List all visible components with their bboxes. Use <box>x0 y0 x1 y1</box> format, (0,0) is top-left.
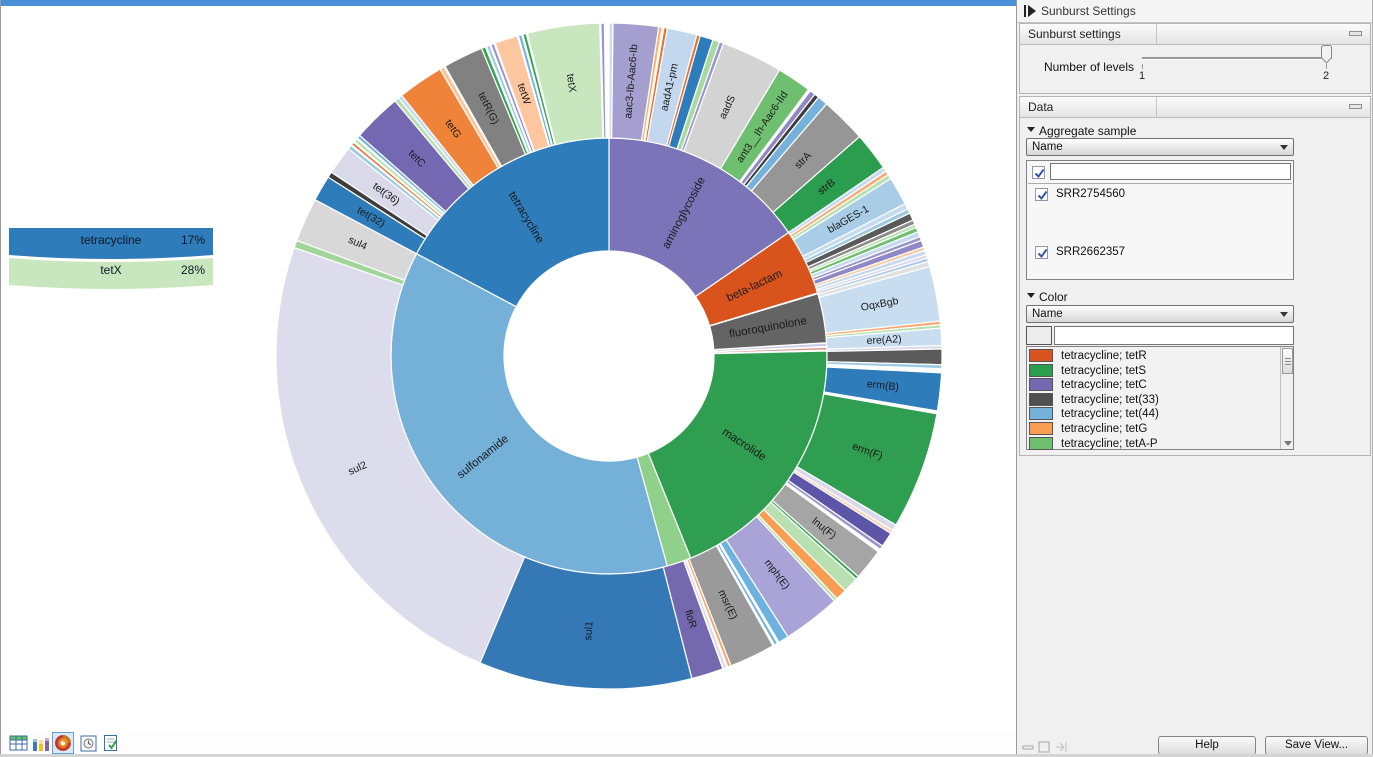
color-swatch <box>1029 407 1053 420</box>
data-section-title: Data <box>1028 100 1053 114</box>
panel-title: Sunburst Settings <box>1041 4 1136 18</box>
scrollbar-down-arrow[interactable] <box>1284 441 1292 446</box>
sample-listbox: SRR2754560 SRR2662357 <box>1026 160 1294 280</box>
tooltip-value: 28% <box>181 263 205 277</box>
color-all-swatch[interactable] <box>1026 326 1052 345</box>
application-window: { "window": { "top_accent_color": "#4a90… <box>0 0 1373 757</box>
collapse-section-button[interactable] <box>1349 31 1362 36</box>
scrollbar[interactable] <box>1280 347 1293 449</box>
aggregate-sample-label: Aggregate sample <box>1039 124 1136 138</box>
active-view-accent-bar <box>1 0 1017 6</box>
data-group: Data Aggregate sample Name SRR2754560 SR… <box>1019 96 1371 456</box>
color-entry-label: tetracycline; tet(33) <box>1061 394 1159 406</box>
chart-view-area: aminoglycosidebeta-lactamfluoroquinolone… <box>0 0 1016 757</box>
settings-section-title: Sunburst settings <box>1028 27 1121 41</box>
tooltip-value: 17% <box>181 233 205 247</box>
sunburst-view-icon[interactable] <box>52 732 74 754</box>
color-filter-input[interactable] <box>1054 326 1294 345</box>
panel-title-bar: Sunburst Settings <box>1017 0 1372 23</box>
sample-checkbox[interactable] <box>1035 188 1048 201</box>
tooltip-label: tetracycline <box>81 233 142 247</box>
color-label: Color <box>1039 290 1068 304</box>
scrollbar-thumb[interactable] <box>1282 348 1293 374</box>
select-all-checkbox[interactable] <box>1032 166 1045 179</box>
color-entry-label: tetracycline; tetC <box>1061 379 1147 391</box>
color-entry-label: tetracycline; tetA-P <box>1061 438 1158 450</box>
color-swatch <box>1029 378 1053 391</box>
view-switch-toolbar <box>1 731 1016 755</box>
minimize-panel-icon <box>1023 746 1033 749</box>
levels-slider[interactable] <box>1142 57 1332 60</box>
checklist-view-icon[interactable] <box>100 732 122 754</box>
history-view-icon[interactable] <box>77 732 99 754</box>
table-view-icon[interactable] <box>7 732 29 754</box>
collapse-section-button[interactable] <box>1349 104 1362 109</box>
color-list: tetracycline; tetR tetracycline; tetS te… <box>1026 346 1294 450</box>
tooltip-label: tetX <box>100 263 121 277</box>
aggregate-collapse-icon[interactable] <box>1027 127 1035 132</box>
chevron-down-icon <box>1280 312 1288 317</box>
sample-filter-input[interactable] <box>1050 163 1291 180</box>
data-section-header[interactable]: Data <box>1020 97 1370 118</box>
color-dropdown[interactable]: Name <box>1026 305 1294 323</box>
tooltip: tetracycline 17% tetX 28% <box>7 222 219 296</box>
sunburst-settings-group: Sunburst settings Number of levels 1 2 <box>1019 23 1371 94</box>
maximize-panel-icon <box>1039 742 1049 752</box>
panel-footer-icons <box>1022 741 1074 753</box>
settings-section-header[interactable]: Sunburst settings <box>1020 24 1370 45</box>
color-entry-label: tetracycline; tetS <box>1061 365 1146 377</box>
color-entry-label: tetracycline; tet(44) <box>1061 408 1159 420</box>
levels-slider-handle[interactable] <box>1320 45 1333 65</box>
color-dropdown-value: Name <box>1032 308 1063 320</box>
slider-min-label: 1 <box>1139 70 1145 82</box>
sunburst-chart[interactable]: aminoglycosidebeta-lactamfluoroquinolone… <box>274 21 944 691</box>
color-collapse-icon[interactable] <box>1027 293 1035 298</box>
sunburst-segment-label: ere(A2) <box>866 333 902 347</box>
levels-slider-label: Number of levels <box>1034 60 1134 74</box>
slider-max-label: 2 <box>1323 70 1329 82</box>
save-view-button[interactable]: Save View... <box>1265 736 1368 755</box>
sunburst-segment-label: sul1 <box>582 621 595 641</box>
sunburst-settings-panel: Sunburst Settings Sunburst settings Numb… <box>1016 0 1373 757</box>
sunburst-segment-label: tetX <box>564 73 578 93</box>
color-swatch <box>1029 364 1053 377</box>
color-swatch <box>1029 349 1053 362</box>
sample-name[interactable]: SRR2662357 <box>1056 246 1125 258</box>
panel-collapse-icon[interactable] <box>1024 5 1038 17</box>
help-button[interactable]: Help <box>1158 736 1256 755</box>
color-swatch <box>1029 422 1053 435</box>
color-entry-label: tetracycline; tetG <box>1061 423 1147 435</box>
color-swatch <box>1029 437 1053 450</box>
chevron-down-icon <box>1280 145 1288 150</box>
sample-name[interactable]: SRR2754560 <box>1056 188 1125 200</box>
color-swatch <box>1029 393 1053 406</box>
aggregate-dropdown[interactable]: Name <box>1026 138 1294 156</box>
sample-checkbox[interactable] <box>1035 246 1048 259</box>
aggregate-dropdown-value: Name <box>1032 141 1063 153</box>
color-entry-label: tetracycline; tetR <box>1061 350 1147 362</box>
dock-panel-icon <box>1056 742 1066 752</box>
bar-chart-view-icon[interactable] <box>30 732 52 754</box>
